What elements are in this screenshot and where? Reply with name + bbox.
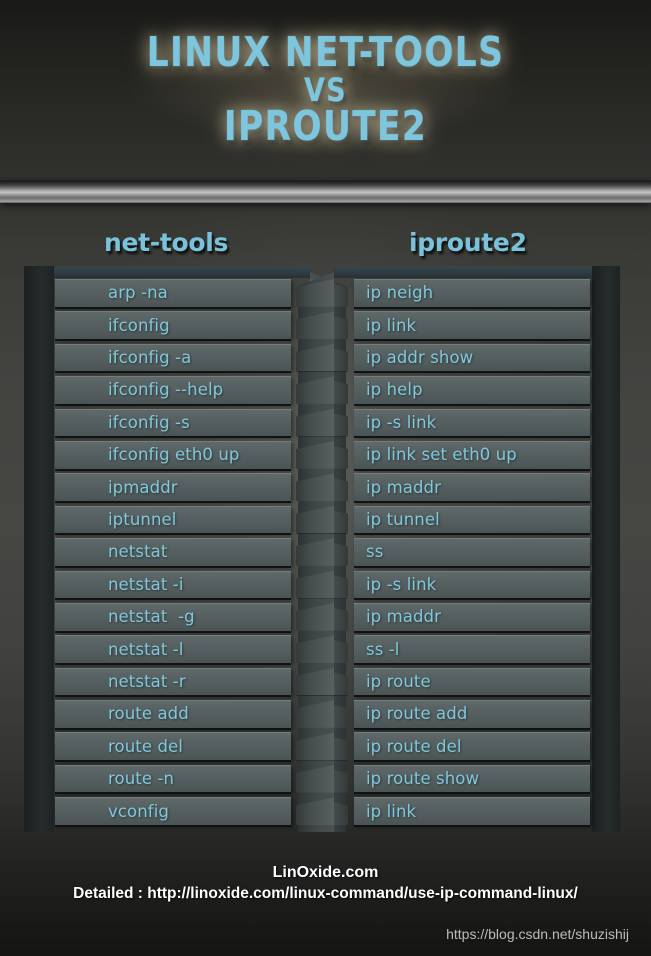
command-row: route add (55, 700, 291, 728)
command-row: ipmaddr (55, 473, 291, 501)
command-row: ip route del (354, 732, 590, 761)
command-label: route add (108, 704, 189, 724)
command-label: ifconfig (108, 315, 170, 335)
command-row: iptunnel (55, 505, 291, 534)
command-label: ip -s link (366, 574, 437, 594)
command-row: netstat -r (55, 667, 291, 696)
command-row: ss -l (354, 635, 590, 663)
command-row: route -n (55, 764, 291, 793)
command-label: ip route show (366, 769, 480, 789)
command-label: ip addr show (366, 348, 474, 368)
command-row: ip -s link (354, 408, 590, 437)
command-label: route -n (108, 769, 175, 789)
command-row: ip help (354, 376, 590, 404)
infographic-poster: LINUX NET-TOOLS VS IPROUTE2 net-tools ip… (0, 0, 651, 956)
command-label: ipmaddr (108, 477, 178, 497)
column-top-cap (54, 266, 312, 278)
command-label: ss (366, 542, 384, 562)
command-row: ifconfig -s (55, 408, 291, 437)
command-row: arp -na (55, 279, 291, 307)
footer-detail-link[interactable]: Detailed : http://linoxide.com/linux-com… (0, 885, 651, 903)
command-row: ip link set eth0 up (354, 440, 590, 469)
footer: LinOxide.com Detailed : http://linoxide.… (0, 864, 651, 903)
command-label: ip link set eth0 up (366, 445, 517, 465)
command-label: netstat -l (108, 639, 184, 659)
command-row: ip link (354, 311, 590, 339)
command-label: ip tunnel (366, 510, 440, 530)
command-label: iptunnel (108, 510, 177, 530)
command-row: ifconfig (55, 311, 291, 339)
command-row: ifconfig eth0 up (55, 440, 291, 469)
command-row: ip neigh (354, 279, 590, 307)
command-label: netstat -i (108, 574, 184, 594)
command-label: ifconfig -a (108, 348, 192, 368)
command-label: ip route add (366, 704, 468, 724)
title-line-1: LINUX NET-TOOLS (146, 28, 505, 76)
watermark: https://blog.csdn.net/shuzishij (446, 926, 629, 942)
command-label: ip help (366, 380, 423, 400)
command-label: netstat (108, 542, 168, 562)
command-label: ip -s link (366, 412, 437, 432)
command-label: netstat -r (108, 671, 186, 691)
metallic-divider (0, 180, 651, 203)
command-row: ip maddr (354, 473, 590, 501)
command-label: vconfig (108, 801, 169, 821)
command-row: netstat -l (55, 635, 291, 663)
column-header-net-tools: net-tools (104, 228, 229, 257)
command-row: vconfig (55, 797, 291, 825)
command-label: ip link (366, 801, 417, 821)
column-side-face (298, 272, 334, 832)
command-row: ip -s link (354, 570, 590, 599)
page-title: LINUX NET-TOOLS VS IPROUTE2 (23, 28, 628, 151)
column-header-iproute2: iproute2 (409, 228, 527, 257)
command-row: ifconfig --help (55, 376, 291, 404)
command-label: ip route (366, 671, 431, 691)
command-label: ip route del (366, 736, 462, 756)
command-row: ifconfig -a (55, 343, 291, 372)
command-row: netstat -i (55, 570, 291, 599)
command-row: ip route add (354, 700, 590, 728)
command-label: ip maddr (366, 477, 442, 497)
command-label: ifconfig eth0 up (108, 445, 240, 465)
command-row: ip addr show (354, 343, 590, 372)
command-list-iproute2: ip neigh ip link ip addr show ip help ip -s … (354, 279, 590, 830)
command-row: route del (55, 732, 291, 761)
command-label: ifconfig --help (108, 380, 224, 400)
command-label: ip link (366, 315, 417, 335)
title-line-3: IPROUTE2 (223, 102, 428, 151)
command-label: route del (108, 736, 183, 756)
command-row: ss (354, 538, 590, 566)
command-row: ip tunnel (354, 505, 590, 534)
command-row: ip maddr (354, 602, 590, 631)
command-label: ifconfig -s (108, 412, 190, 432)
column-top-cap (334, 266, 592, 278)
command-row: netstat -g (55, 602, 291, 631)
command-label: ss -l (366, 639, 400, 659)
column-outer-slab (592, 266, 620, 832)
command-list-net-tools: arp -na ifconfig ifconfig -a ifconfig --hel… (55, 279, 291, 830)
footer-site: LinOxide.com (272, 864, 379, 881)
command-row: ip route (354, 667, 590, 696)
command-label: ip neigh (366, 283, 434, 303)
command-row: ip link (354, 797, 590, 825)
column-outer-slab (24, 266, 54, 832)
command-label: arp -na (108, 283, 168, 303)
command-row: ip route show (354, 764, 590, 793)
command-label: ip maddr (366, 607, 442, 627)
command-label: netstat -g (108, 607, 195, 627)
command-row: netstat (55, 538, 291, 566)
